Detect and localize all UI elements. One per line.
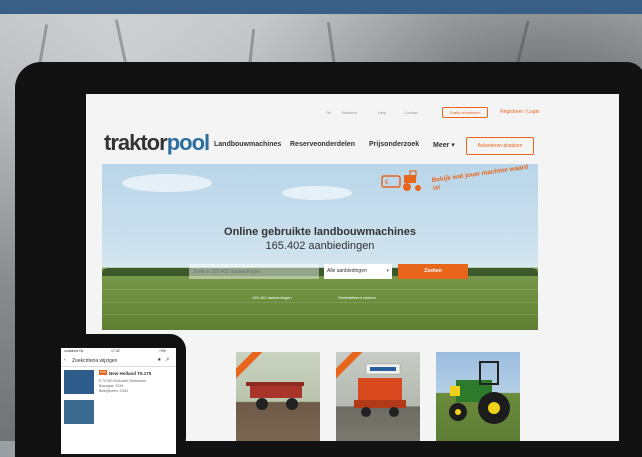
phone-screen: vodafone NL 17:32 74% ‹ Zoekcriteria wij… xyxy=(61,348,176,454)
listing-title[interactable]: New Holland T6.175 xyxy=(109,371,151,376)
chevron-down-icon: ▾ xyxy=(451,142,455,149)
listing-card-4[interactable] xyxy=(436,352,520,441)
implement-image xyxy=(354,363,406,417)
hero-link-2[interactable]: Gedetailleerd zoeken xyxy=(338,295,376,300)
listing-hours: Bedrijfsuren: 3.542 xyxy=(99,389,129,393)
util-link-2[interactable]: Beheren xyxy=(342,110,357,115)
phone-time: 17:32 xyxy=(111,349,120,353)
nav-prijsonderzoek[interactable]: Prijsonderzoek xyxy=(369,141,419,148)
top-band xyxy=(0,0,642,14)
hero-link-1[interactable]: 165.402 aanbiedingen xyxy=(252,295,292,300)
svg-text:€: € xyxy=(385,180,389,186)
chevron-down-icon: ▾ xyxy=(386,268,389,274)
advertise-button[interactable]: Adverteren plaatsen xyxy=(466,137,534,155)
logo-part-2: pool xyxy=(166,130,210,155)
listing-card-3[interactable] xyxy=(336,352,420,441)
phone-device: vodafone NL 17:32 74% ‹ Zoekcriteria wij… xyxy=(51,334,186,454)
login-link[interactable]: Registreer / Login xyxy=(500,109,539,115)
hero-title: Online gebruikte landbouwmachines xyxy=(224,226,416,238)
badge-text[interactable]: Bekijk wat jouw machine waard is! xyxy=(431,164,534,193)
share-icon[interactable]: ↗ xyxy=(165,357,169,363)
listing-card-2[interactable] xyxy=(236,352,320,441)
green-tractor-image xyxy=(449,361,510,424)
phone-header-title[interactable]: Zoekcriteria wijzigen xyxy=(72,358,117,364)
listing-thumbnail-2[interactable] xyxy=(64,400,94,424)
listing-year: Bouwjaar: 2016 xyxy=(99,384,124,388)
search-button[interactable]: Zoeken xyxy=(398,264,468,279)
hero-count: 165.402 aanbiedingen xyxy=(265,240,375,252)
category-select[interactable]: Alle aanbiedingen ▾ xyxy=(324,264,392,279)
util-link-3[interactable]: Help xyxy=(378,110,386,115)
phone-status-bar: vodafone NL 17:32 74% xyxy=(61,348,176,355)
nav-landbouwmachines[interactable]: Landbouwmachines xyxy=(214,141,281,148)
hero-banner: € Bekijk wat jouw machine waard is! Onli… xyxy=(102,164,538,330)
util-link-1[interactable]: Tel xyxy=(326,110,331,115)
listing-price: € 70.000 Exclusief, Nederland xyxy=(99,379,146,383)
nav-reserveonderdelen[interactable]: Reserveonderdelen xyxy=(290,141,355,148)
chevron-left-icon[interactable]: ‹ xyxy=(64,357,66,363)
nav-meer-label: Meer xyxy=(433,142,450,149)
nav-meer[interactable]: Meer ▾ xyxy=(433,141,455,149)
free-advertise-link[interactable]: Gratis adverteren xyxy=(442,107,488,118)
treeline xyxy=(102,268,538,276)
logo-part-1: traktor xyxy=(104,130,168,155)
phone-battery: 74% xyxy=(159,349,167,353)
phone-carrier: vodafone NL xyxy=(64,349,84,353)
star-icon[interactable]: ★ xyxy=(157,357,161,363)
category-select-value: Alle aanbiedingen xyxy=(327,268,367,274)
tractor-badge-icon: € xyxy=(381,170,421,191)
top-badge-label: TOP xyxy=(100,370,107,374)
search-input[interactable] xyxy=(189,264,319,279)
manure-spreader-image xyxy=(246,382,304,410)
site-logo[interactable]: traktorpool xyxy=(104,130,210,156)
top-badge: TOP xyxy=(99,370,107,375)
util-link-4[interactable]: Contact xyxy=(404,110,418,115)
listing-thumbnail[interactable] xyxy=(64,370,94,394)
phone-header: ‹ Zoekcriteria wijzigen ★ ↗ xyxy=(61,355,176,367)
